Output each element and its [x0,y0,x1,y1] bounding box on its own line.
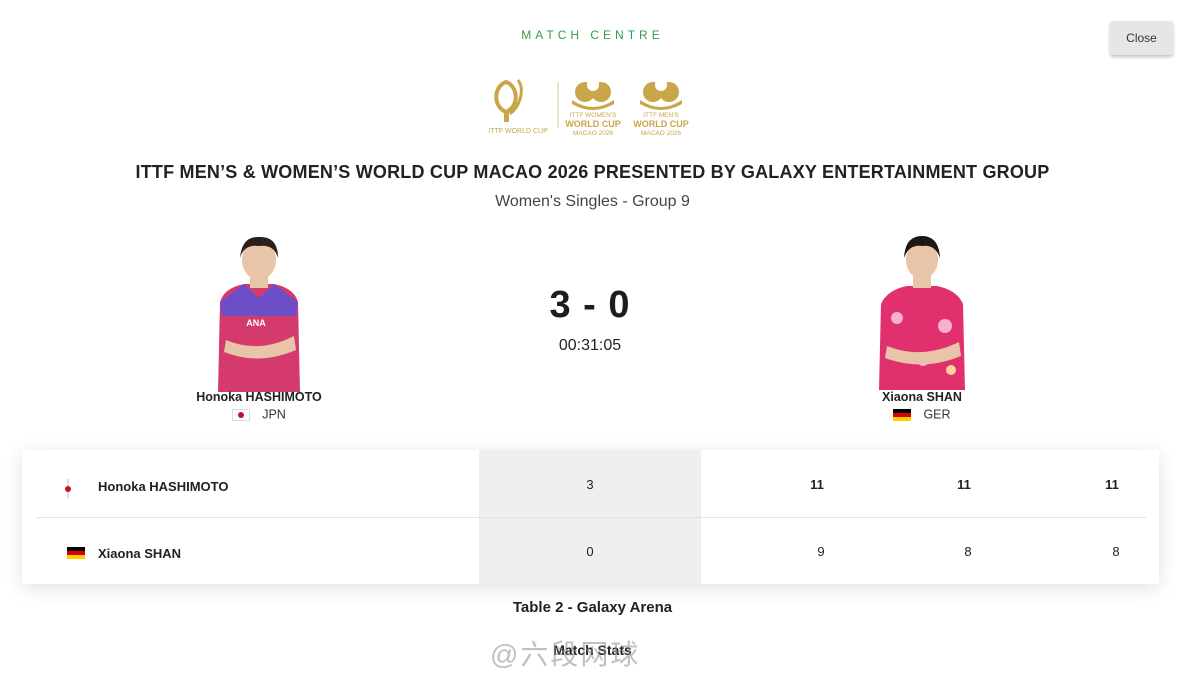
player-1-photo: ANA [218,236,300,392]
scoreboard-card: Honoka HASHIMOTO 3 11 11 11 Xiaona SHAN … [22,450,1159,584]
scoreboard-row-2-name: Xiaona SHAN [98,546,182,561]
svg-text:ITTF WOMEN'S: ITTF WOMEN'S [570,112,617,119]
svg-text:ITTF WORLD CUP: ITTF WORLD CUP [488,128,548,135]
mens-world-cup-logo: ITTF MEN'S WORLD CUP MACAO 2026 [633,79,689,137]
player-1-country: JPN [159,407,359,422]
scoreboard-row-1-game-1: 11 [810,477,824,492]
watermark-text: @六段网球 [490,639,641,670]
player-2-photo [879,236,965,390]
event-title: ITTF MEN’S & WOMEN’S WORLD CUP MACAO 202… [135,162,1050,182]
scoreboard-row-1-game-2: 11 [957,477,971,492]
player-2-country-code: GER [923,407,951,422]
flag-germany-icon [893,408,912,421]
svg-text:WORLD CUP: WORLD CUP [565,119,621,129]
venue-label: Table 2 - Galaxy Arena [512,599,673,616]
match-centre-label: MATCH CENTRE [521,28,664,42]
scoreboard-row-1-name: Honoka HASHIMOTO [98,479,229,494]
close-button[interactable]: Close [1110,21,1173,55]
womens-world-cup-logo: ITTF WOMEN'S WORLD CUP MACAO 2026 [565,79,621,137]
scoreboard-row-1-games: 3 [586,477,594,492]
player-2-country: GER [822,407,1022,422]
event-subtitle: Women's Singles - Group 9 [495,193,690,210]
svg-text:ITTF MEN'S: ITTF MEN'S [643,112,679,119]
scoreboard-row-2-game-3: 8 [1112,544,1120,559]
scoreboard-row-2-games: 0 [586,544,594,559]
event-logos: ITTF WORLD CUP ITTF WOMEN'S WORLD CUP MA… [488,79,689,137]
scoreboard-row-2-game-1: 9 [817,544,825,559]
match-score: 3 - 0 [549,284,631,326]
player-1-country-code: JPN [262,407,286,422]
ittf-world-cup-logo: ITTF WORLD CUP [488,79,548,135]
flag-japan-icon [232,408,251,421]
svg-text:MACAO 2026: MACAO 2026 [573,130,613,137]
scoreboard-row-1-game-3: 11 [1105,477,1119,492]
scoreboard-row-2-game-2: 8 [964,544,972,559]
row-divider [36,517,1146,518]
flag-germany-icon [67,547,85,559]
svg-text:WORLD CUP: WORLD CUP [633,119,689,129]
player-2-name: Xiaona SHAN [882,390,962,404]
match-duration: 00:31:05 [558,337,622,354]
svg-text:ANA: ANA [246,318,266,328]
flag-japan-icon [67,479,69,498]
svg-text:MACAO 2026: MACAO 2026 [641,130,681,137]
player-1-name: Honoka HASHIMOTO [196,390,322,404]
